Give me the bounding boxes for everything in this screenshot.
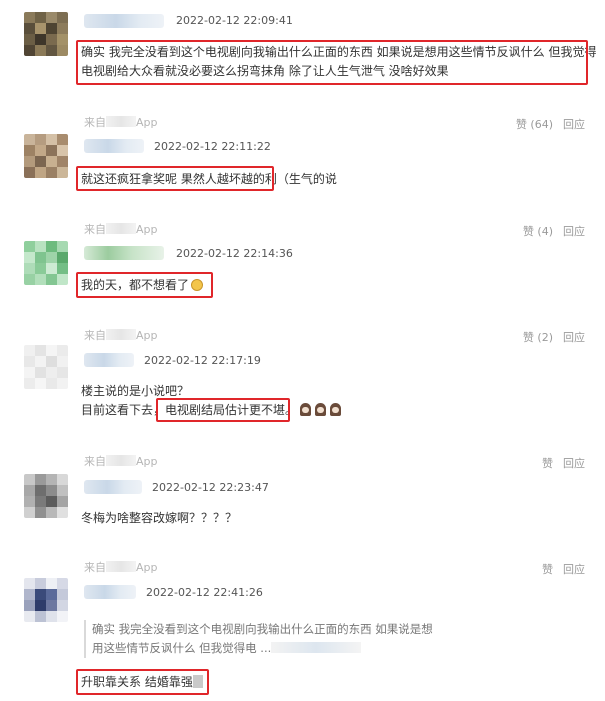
emoji-icon — [329, 403, 342, 416]
reply-button[interactable]: 回应 — [563, 331, 585, 344]
comment-time: 2022-02-12 22:14:36 — [176, 247, 293, 260]
source-label: 来自 App — [84, 559, 158, 575]
highlight-box — [76, 669, 209, 695]
avatar[interactable] — [24, 474, 68, 518]
avatar[interactable] — [24, 12, 68, 56]
username[interactable] — [84, 480, 142, 494]
quote-line: 用这些情节反讽什么 但我觉得电 ... — [92, 639, 433, 658]
reply-button[interactable]: 回应 — [563, 118, 585, 131]
highlight-box — [156, 398, 290, 422]
source-suffix: App — [136, 116, 158, 129]
like-button[interactable]: 赞 (64) — [516, 118, 553, 131]
source-suffix: App — [136, 223, 158, 236]
highlight-box — [76, 166, 274, 191]
source-suffix: App — [136, 329, 158, 342]
reply-button[interactable]: 回应 — [563, 225, 585, 238]
source-blur — [106, 561, 136, 572]
comment-time: 2022-02-12 22:23:47 — [152, 481, 269, 494]
reply-button[interactable]: 回应 — [563, 457, 585, 470]
comment-time: 2022-02-12 22:17:19 — [144, 354, 261, 367]
comment-time: 2022-02-12 22:11:22 — [154, 140, 271, 153]
comment-rest-text: （生气的说 — [276, 172, 337, 186]
emoji-icon — [299, 403, 312, 416]
comment-actions: 赞回应 — [532, 455, 585, 471]
like-button[interactable]: 赞 (4) — [523, 225, 553, 238]
source-suffix: App — [136, 455, 158, 468]
source-label: 来自 App — [84, 327, 158, 343]
source-label: 来自 App — [84, 453, 158, 469]
quote-line-text: 用这些情节反讽什么 但我觉得电 ... — [92, 641, 272, 655]
avatar[interactable] — [24, 578, 68, 622]
comment-actions: 赞 (2) 回应 — [513, 329, 585, 345]
source-blur — [106, 116, 136, 127]
like-button[interactable]: 赞 — [542, 457, 553, 470]
source-prefix: 来自 — [84, 561, 106, 574]
source-prefix: 来自 — [84, 329, 106, 342]
highlight-box — [76, 40, 588, 85]
source-prefix: 来自 — [84, 223, 106, 236]
quote-blur — [271, 642, 362, 653]
avatar[interactable] — [24, 241, 68, 285]
comment-time: 2022-02-12 22:09:41 — [176, 14, 293, 27]
source-suffix: App — [136, 561, 158, 574]
source-blur — [106, 455, 136, 466]
highlight-box — [76, 272, 213, 298]
reply-button[interactable]: 回应 — [563, 563, 585, 576]
username[interactable] — [84, 585, 136, 599]
username[interactable] — [84, 353, 134, 367]
source-prefix: 来自 — [84, 455, 106, 468]
comment-actions: 赞回应 — [532, 561, 585, 577]
source-label: 来自 App — [84, 221, 158, 237]
username[interactable] — [84, 139, 144, 153]
quote-line: 确实 我完全没看到这个电视剧向我输出什么正面的东西 如果说是想 — [92, 622, 433, 636]
comment-prefix-text: 目前这看下去， — [81, 403, 166, 417]
username[interactable] — [84, 14, 164, 28]
source-label: 来自 App — [84, 114, 158, 130]
like-button[interactable]: 赞 (2) — [523, 331, 553, 344]
avatar[interactable] — [24, 134, 68, 178]
comment-text: 冬梅为啥整容改嫁啊？？？？ — [81, 511, 238, 525]
source-blur — [106, 223, 136, 234]
comment-actions: 赞 (4) 回应 — [513, 223, 585, 239]
emoji-icon — [314, 403, 327, 416]
source-blur — [106, 329, 136, 340]
comment-actions: 赞 (64) 回应 — [506, 116, 585, 132]
username[interactable] — [84, 246, 164, 260]
quoted-reply: 确实 我完全没看到这个电视剧向我输出什么正面的东西 如果说是想 用这些情节反讽什… — [84, 620, 433, 658]
like-button[interactable]: 赞 — [542, 563, 553, 576]
avatar[interactable] — [24, 345, 68, 389]
comment-time: 2022-02-12 22:41:26 — [146, 586, 263, 599]
source-prefix: 来自 — [84, 116, 106, 129]
